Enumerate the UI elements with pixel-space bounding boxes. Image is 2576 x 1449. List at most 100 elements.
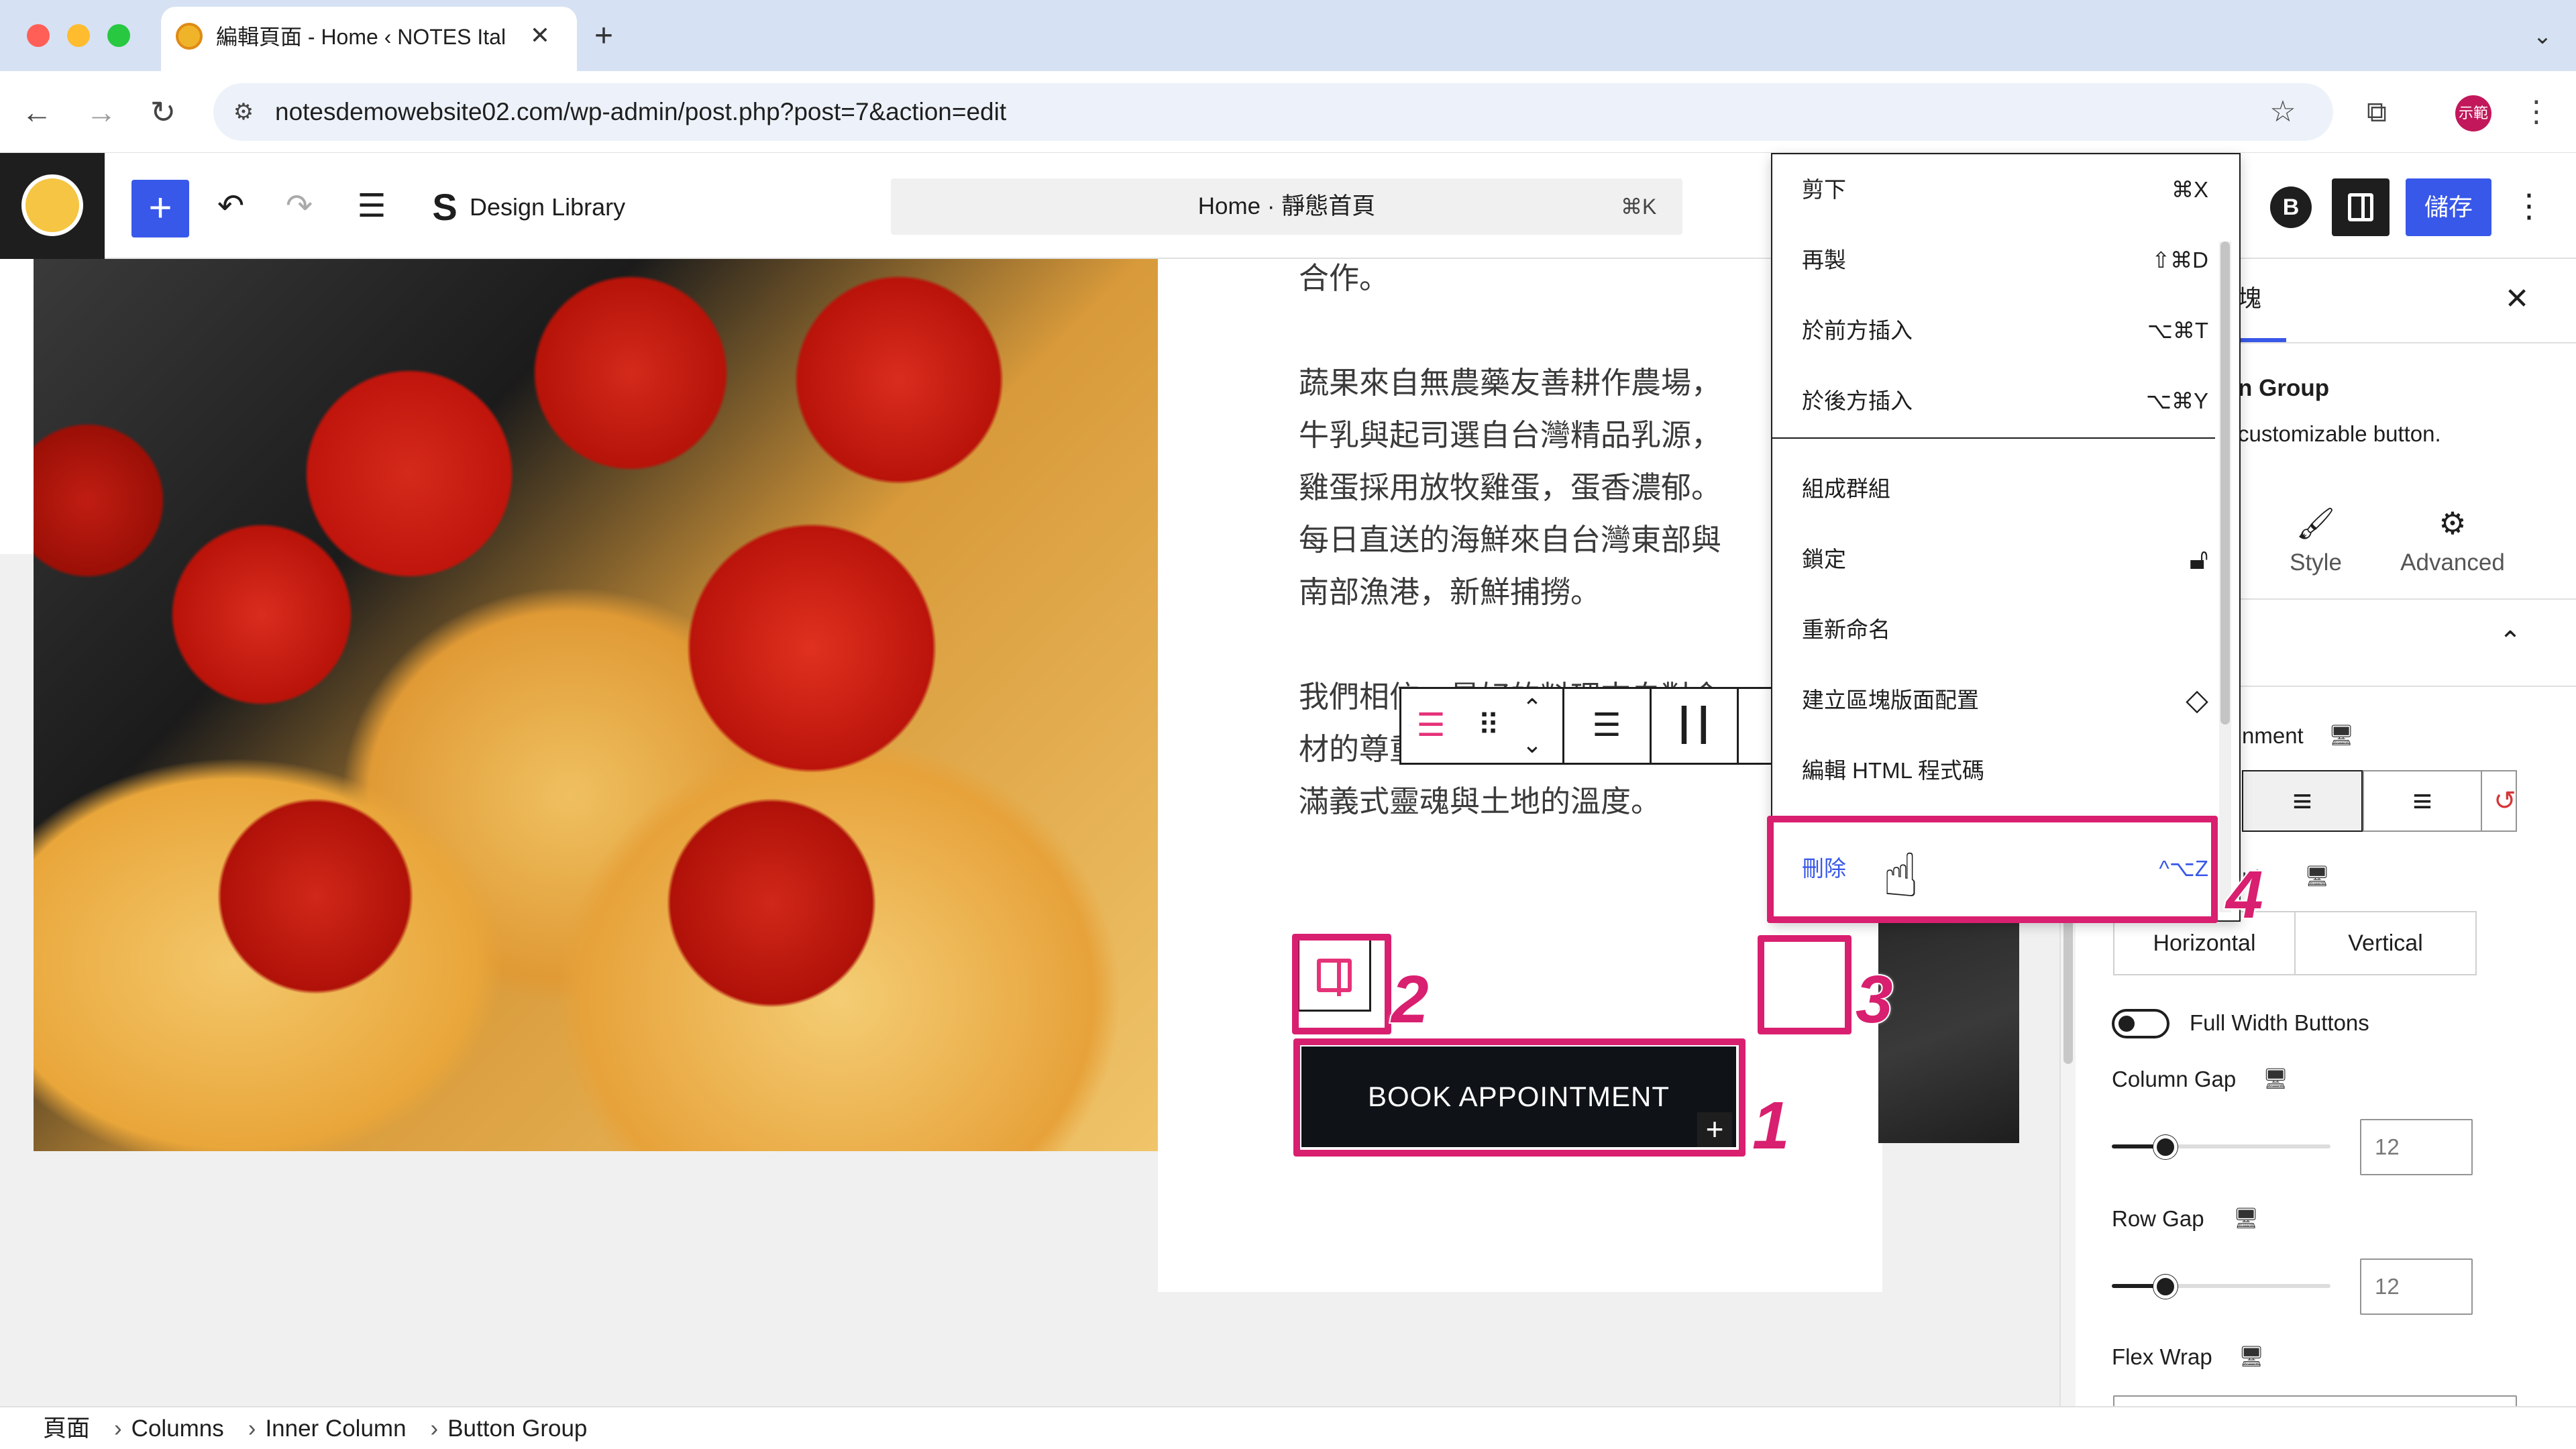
reset-icon[interactable]: ↺ — [2490, 786, 2520, 816]
annotation-number-4: 4 — [2224, 857, 2265, 932]
minimize-window-button[interactable] — [67, 24, 90, 47]
pasta-tomato-image[interactable] — [34, 259, 1158, 1151]
desktop-icon[interactable]: 🖥 — [2304, 860, 2330, 894]
tab-advanced[interactable]: Advanced — [2385, 546, 2520, 580]
menu-separator — [1772, 437, 2215, 439]
menu-item-shortcut: ⇧⌘D — [2151, 248, 2208, 272]
annotation-number-1: 1 — [1751, 1088, 1791, 1163]
menu-item-duplicate[interactable]: 再製 ⇧⌘D — [1772, 225, 2215, 295]
full-width-toggle[interactable] — [2112, 1009, 2169, 1038]
design-library-button[interactable]: Design Library — [470, 184, 625, 231]
bookmark-star-icon[interactable]: ☆ — [2266, 95, 2300, 129]
paragraph-2[interactable]: 蔬果來自無農藥友善耕作農場，牛乳與起司選自台灣精品乳源，雞蛋採用放牧雞蛋，蛋香濃… — [1299, 357, 1735, 619]
site-logo-icon — [21, 174, 83, 236]
menu-item-edit-html[interactable]: 編輯 HTML 程式碼 — [1772, 735, 2215, 806]
chevron-up-icon[interactable]: ⌃ — [2490, 621, 2530, 661]
menu-item-create-pattern[interactable]: 建立區塊版面配置 ◇ — [1772, 665, 2215, 735]
profile-avatar[interactable]: 示範 — [2455, 95, 2491, 131]
chevron-right-icon: › — [114, 1415, 122, 1442]
toolbar-separator — [1650, 689, 1652, 763]
forward-icon[interactable]: → — [79, 90, 123, 134]
toggle-knob — [2118, 1016, 2135, 1032]
menu-item-label: 剪下 — [1802, 177, 1846, 202]
tab-style[interactable]: Style — [2249, 546, 2383, 580]
paragraph-1[interactable]: 合作。 — [1299, 259, 1735, 305]
menu-item-rename[interactable]: 重新命名 — [1772, 594, 2215, 665]
column-gap-slider[interactable] — [2112, 1144, 2330, 1148]
menu-item-group[interactable]: 組成群組 — [1772, 453, 2215, 524]
brush-icon[interactable]: 🖌 — [2249, 503, 2383, 543]
desktop-icon[interactable]: 🖥 — [2233, 1202, 2259, 1236]
close-window-button[interactable] — [27, 24, 50, 47]
breadcrumb-item[interactable]: Button Group — [447, 1415, 587, 1442]
menu-item-insert-after[interactable]: 於後方插入 ⌥⌘Y — [1772, 366, 2215, 436]
menu-scrollbar[interactable] — [2219, 241, 2231, 912]
flex-wrap-select[interactable] — [2113, 1395, 2517, 1406]
block-type-icon[interactable]: ☰ — [1401, 689, 1460, 763]
align-right-icon[interactable]: ≡ — [2363, 770, 2482, 832]
site-icon-button[interactable] — [0, 153, 105, 259]
menu-item-label: 於後方插入 — [1802, 388, 1913, 413]
justify-icon[interactable]: ☰ — [1565, 689, 1648, 763]
tab-search-chevron-icon[interactable]: ⌄ — [2522, 16, 2563, 56]
url-text[interactable]: notesdemowebsite02.com/wp-admin/post.php… — [275, 83, 1006, 141]
block-inserter-button[interactable]: + — [131, 180, 189, 237]
right-image[interactable] — [1878, 922, 2019, 1143]
highlight-3 — [1758, 935, 1851, 1034]
design-library-icon[interactable]: S — [427, 184, 463, 231]
redo-icon[interactable]: ↷ — [272, 180, 326, 233]
breadcrumb-item[interactable]: Inner Column — [265, 1415, 406, 1442]
gear-icon[interactable]: ⚙ — [2385, 503, 2520, 543]
command-palette-bar[interactable]: Home · 靜態首頁 ⌘K — [891, 178, 1682, 235]
row-gap-label: Row Gap — [2112, 1206, 2204, 1231]
breadcrumb-item[interactable]: 頁面 — [43, 1415, 90, 1442]
extensions-icon[interactable]: ⧉ — [2355, 90, 2399, 134]
document-overview-icon[interactable]: ☰ — [345, 180, 398, 233]
panel-frame — [2348, 193, 2373, 221]
column-gap-input[interactable]: 12 — [2360, 1119, 2473, 1175]
new-tab-button[interactable]: + — [584, 16, 624, 56]
hand-cursor-icon: ☝ — [1882, 843, 1919, 910]
menu-item-insert-before[interactable]: 於前方插入 ⌥⌘T — [1772, 295, 2215, 366]
column-gap-slider-knob[interactable] — [2153, 1135, 2178, 1159]
undo-icon[interactable]: ↶ — [204, 180, 258, 233]
annotation-number-2: 2 — [1390, 962, 1430, 1037]
column-text[interactable]: 合作。 蔬果來自無農藥友善耕作農場，牛乳與起司選自台灣精品乳源，雞蛋採用放牧雞蛋… — [1299, 259, 1735, 880]
menu-item-cut[interactable]: 剪下 ⌘X — [1772, 154, 2215, 225]
menu-item-lock[interactable]: 鎖定 🔓︎ — [1772, 524, 2215, 594]
menu-item-label: 組成群組 — [1802, 476, 1890, 501]
lock-icon: 🔓︎ — [2189, 543, 2208, 576]
back-icon[interactable]: ← — [15, 90, 59, 134]
maximize-window-button[interactable] — [107, 24, 130, 47]
browser-tab[interactable]: 編輯頁面 - Home ‹ NOTES Ital ✕ — [161, 7, 577, 71]
desktop-icon[interactable]: 🖥 — [2238, 1340, 2265, 1374]
alignment-label: nment — [2242, 723, 2304, 748]
tab-title: 編輯頁面 - Home ‹ NOTES Ital — [216, 25, 506, 49]
row-gap-slider[interactable] — [2112, 1284, 2330, 1288]
menu-item-label: 於前方插入 — [1802, 318, 1913, 343]
tab-close-icon[interactable]: ✕ — [523, 19, 557, 52]
address-bar[interactable]: ⚙ notesdemowebsite02.com/wp-admin/post.p… — [213, 83, 2333, 141]
site-info-icon[interactable]: ⚙ — [227, 95, 260, 129]
reload-icon[interactable]: ↻ — [141, 90, 185, 134]
align-center-icon[interactable]: ≡ — [2242, 770, 2363, 832]
breadcrumb-item[interactable]: Columns — [131, 1415, 224, 1442]
row-gap-input[interactable]: 12 — [2360, 1258, 2473, 1315]
save-button[interactable]: 儲存 — [2406, 178, 2491, 236]
tab-block[interactable]: 塊 — [2238, 279, 2285, 319]
highlight-1 — [1293, 1038, 1746, 1157]
browser-menu-icon[interactable]: ⋮ — [2520, 90, 2553, 134]
chevron-right-icon: › — [248, 1415, 256, 1442]
vertical-align-icon[interactable]: ┃┃ — [1652, 689, 1735, 763]
close-icon[interactable]: ✕ — [2497, 279, 2537, 319]
plugin-b-icon[interactable]: B — [2270, 186, 2312, 228]
drag-handle-icon[interactable]: ⠿ — [1468, 689, 1509, 763]
scrollbar-thumb[interactable] — [2220, 241, 2230, 724]
desktop-icon[interactable]: 🖥 — [2262, 1063, 2289, 1096]
options-menu-icon[interactable]: ⋮ — [2509, 180, 2549, 233]
settings-panel-toggle-icon[interactable] — [2332, 178, 2390, 236]
move-up-down-icon[interactable]: ⌃ ⌄ — [1509, 689, 1556, 763]
orientation-vertical-button[interactable]: Vertical — [2294, 911, 2477, 975]
desktop-icon[interactable]: 🖥 — [2328, 719, 2355, 753]
row-gap-slider-knob[interactable] — [2153, 1275, 2178, 1299]
